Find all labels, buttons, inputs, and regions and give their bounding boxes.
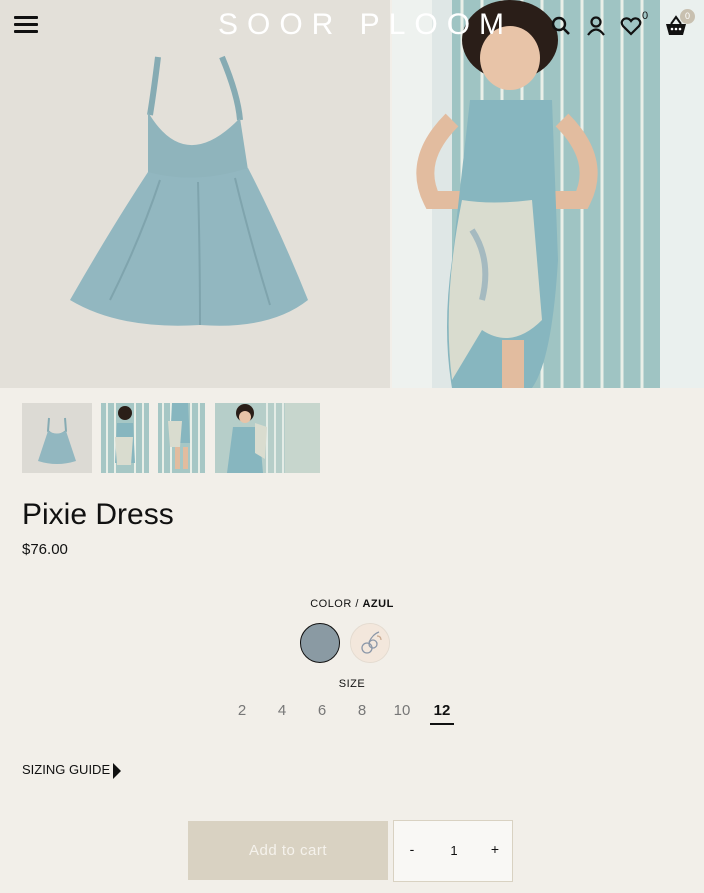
size-option-6[interactable]: 6	[307, 702, 337, 719]
account-icon[interactable]	[584, 14, 608, 38]
search-icon[interactable]	[549, 14, 573, 38]
size-label: SIZE	[338, 678, 366, 690]
site-header: SOOR PLOOM 0 0	[0, 0, 704, 52]
thumbnail-2[interactable]	[101, 403, 149, 473]
product-title: Pixie Dress	[22, 498, 174, 531]
color-selected-name: AZUL	[362, 598, 394, 610]
selected-size-underline	[430, 723, 454, 725]
color-swatch-azul[interactable]	[300, 623, 340, 663]
wishlist-heart-icon[interactable]	[619, 14, 643, 38]
product-main-image[interactable]	[0, 0, 390, 388]
thumbnail-4[interactable]	[215, 403, 320, 473]
quantity-increase-button[interactable]: +	[485, 841, 505, 857]
hamburger-menu-icon[interactable]	[14, 16, 40, 36]
play-arrow-icon[interactable]	[113, 763, 121, 779]
thumbnail-3[interactable]	[158, 403, 205, 473]
cart-count-badge: 0	[680, 9, 695, 24]
color-swatch-floral[interactable]	[350, 623, 390, 663]
product-hero-gallery	[0, 0, 704, 388]
quantity-input[interactable]	[434, 843, 474, 858]
quantity-decrease-button[interactable]: -	[402, 841, 422, 857]
size-option-12[interactable]: 12	[427, 702, 457, 719]
thumbnail-1[interactable]	[22, 403, 92, 473]
color-label: COLOR / AZUL	[0, 598, 704, 610]
add-to-cart-button[interactable]: Add to cart	[188, 821, 388, 880]
color-label-text: COLOR /	[310, 598, 359, 610]
size-option-8[interactable]: 8	[347, 702, 377, 719]
size-option-2[interactable]: 2	[227, 702, 257, 719]
sizing-guide-link[interactable]: SIZING GUIDE	[22, 762, 110, 777]
wishlist-count: 0	[642, 10, 649, 22]
quantity-stepper: - +	[393, 820, 513, 882]
brand-logo[interactable]: SOOR PLOOM	[218, 8, 504, 42]
size-option-4[interactable]: 4	[267, 702, 297, 719]
size-option-10[interactable]: 10	[387, 702, 417, 719]
product-model-image[interactable]	[392, 0, 704, 388]
product-price: $76.00	[22, 541, 68, 558]
